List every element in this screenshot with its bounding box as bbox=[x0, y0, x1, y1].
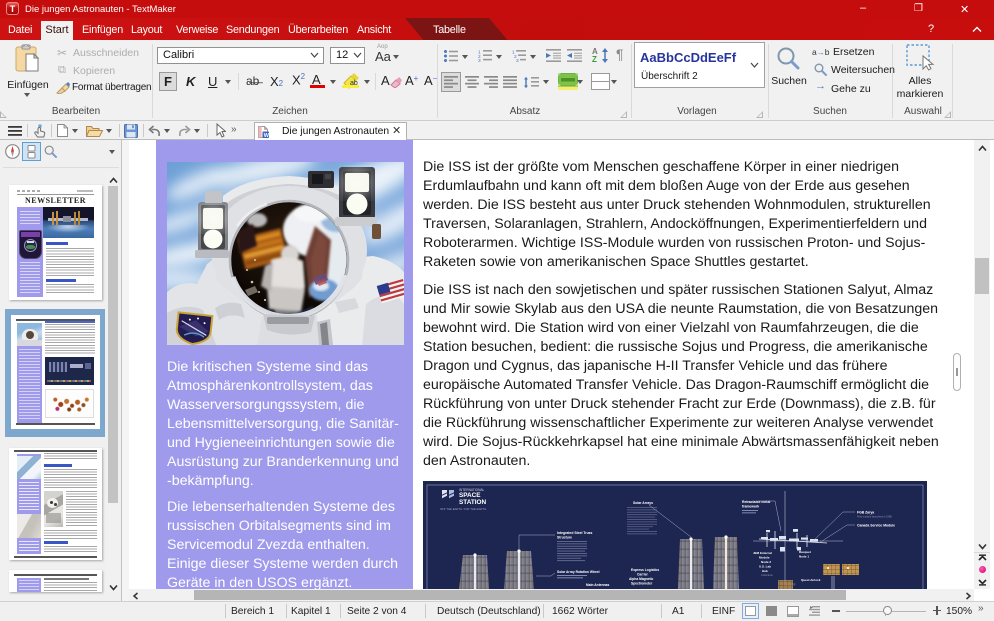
svg-text:Carrier: Carrier bbox=[637, 573, 649, 577]
svg-text:Express Logistics: Express Logistics bbox=[631, 568, 659, 572]
svg-text:3: 3 bbox=[516, 58, 519, 62]
svg-text:Solar Array Rotation Wheel: Solar Array Rotation Wheel bbox=[557, 570, 600, 574]
svg-text:Main Antennas: Main Antennas bbox=[586, 583, 609, 587]
svg-text:Integrated Steel Truss: Integrated Steel Truss bbox=[557, 531, 593, 535]
svg-text:Columbus: Columbus bbox=[761, 573, 773, 577]
svg-text:STATION: STATION bbox=[459, 499, 486, 506]
svg-text:Quest Airlock: Quest Airlock bbox=[801, 578, 821, 582]
svg-text:Retractable metal: Retractable metal bbox=[742, 500, 770, 504]
svg-text:W: W bbox=[264, 133, 269, 138]
svg-text:Alpha Magnetic: Alpha Magnetic bbox=[629, 577, 654, 581]
svg-text:FGB Zarya: FGB Zarya bbox=[857, 511, 874, 515]
svg-text:SPACE: SPACE bbox=[459, 492, 481, 499]
svg-text:Node 1: Node 1 bbox=[799, 555, 809, 559]
svg-text:JEM External: JEM External bbox=[753, 551, 772, 555]
svg-text:Racquet: Racquet bbox=[799, 550, 811, 554]
svg-text:U.S. Lab: U.S. Lab bbox=[759, 565, 771, 569]
svg-text:Node 2: Node 2 bbox=[761, 560, 771, 564]
svg-text:3: 3 bbox=[478, 58, 481, 62]
svg-text:Spectrometer: Spectrometer bbox=[631, 582, 653, 586]
svg-text:First module launched in 1998: First module launched in 1998 bbox=[857, 515, 892, 519]
svg-text:Solar Arrays: Solar Arrays bbox=[633, 501, 653, 505]
svg-text:Module: Module bbox=[759, 556, 770, 560]
svg-text:framework: framework bbox=[742, 505, 759, 509]
svg-text:Structure: Structure bbox=[557, 536, 572, 540]
svg-text:Canada Service Module: Canada Service Module bbox=[857, 524, 895, 528]
svg-text:OFF THE EARTH. FOR THE EARTH.: OFF THE EARTH. FOR THE EARTH. bbox=[440, 507, 487, 511]
svg-text:Hab: Hab bbox=[762, 569, 768, 573]
